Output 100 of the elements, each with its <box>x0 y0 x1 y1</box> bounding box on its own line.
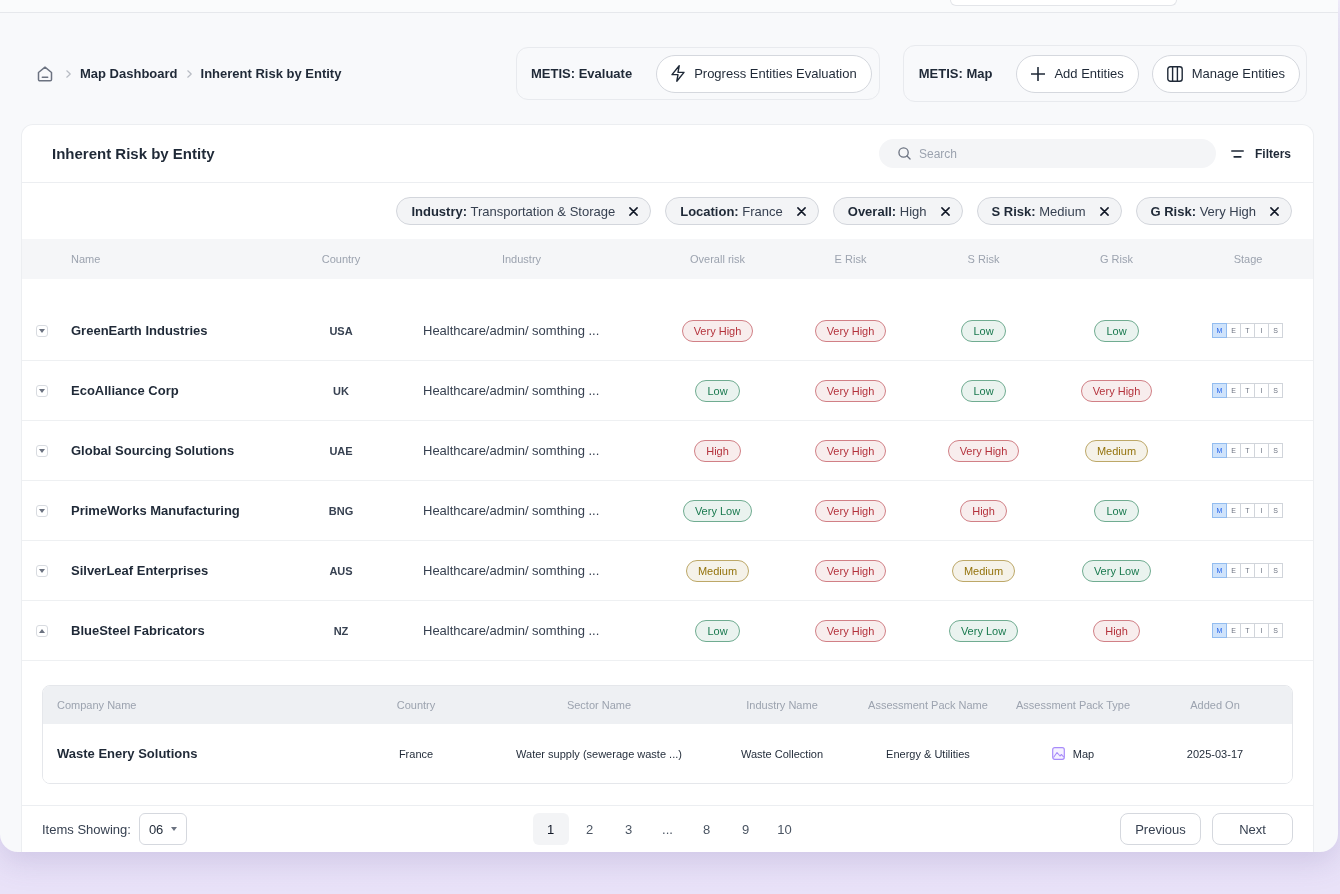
entity-name: Global Sourcing Solutions <box>71 443 236 458</box>
caret-up-icon <box>39 628 45 633</box>
column-header: Company Name <box>56 699 138 711</box>
close-icon <box>940 206 950 216</box>
filter-chip[interactable]: Overall: High <box>832 197 963 225</box>
action-button[interactable]: Manage Entities <box>1151 54 1300 93</box>
risk-badge: Low <box>1094 499 1139 522</box>
close-icon <box>1099 206 1109 216</box>
breadcrumb-link[interactable]: Map Dashboard <box>80 66 178 81</box>
entity-name: BlueSteel Fabricators <box>71 623 206 638</box>
page-button[interactable]: 2 <box>571 813 608 845</box>
column-header: Overall risk <box>689 253 746 265</box>
column-header: G Risk <box>1099 253 1134 265</box>
filter-icon <box>1231 149 1244 158</box>
caret-down-icon <box>39 448 45 453</box>
company-name: Waste Enery Solutions <box>56 746 199 761</box>
risk-badge: Very High <box>814 499 887 522</box>
breadcrumb-current: Inherent Risk by Entity <box>200 66 342 81</box>
home-icon[interactable] <box>36 64 54 83</box>
entity-name: SilverLeaf Enterprises <box>71 563 210 578</box>
close-icon <box>629 206 639 216</box>
image-icon <box>1051 747 1065 760</box>
chevron-right-icon <box>186 69 192 78</box>
column-header: S Risk <box>966 253 1001 265</box>
column-header: Added On <box>1189 699 1241 711</box>
expand-toggle[interactable] <box>36 324 48 337</box>
header-field[interactable] <box>950 0 1177 6</box>
page-button[interactable]: ... <box>649 813 686 845</box>
expand-toggle[interactable] <box>36 624 48 637</box>
action-button[interactable]: Add Entities <box>1016 54 1139 93</box>
industry-text: Healthcare/admin/ somthing ... <box>422 623 601 638</box>
group-label: METIS: Evaluate <box>531 66 633 81</box>
page-button[interactable]: 9 <box>727 813 764 845</box>
risk-badge: High <box>1093 619 1140 642</box>
entity-name: EcoAlliance Corp <box>71 383 180 398</box>
page-button[interactable]: 8 <box>688 813 725 845</box>
risk-badge: Very High <box>681 319 754 342</box>
table-cell-text: Waste Collection <box>739 747 825 760</box>
risk-badge: Very Low <box>948 619 1019 642</box>
risk-badge: Very High <box>1080 379 1153 402</box>
risk-badge: Low <box>695 379 740 402</box>
industry-text: Healthcare/admin/ somthing ... <box>422 503 601 518</box>
filter-chip[interactable]: Location: France <box>665 197 819 225</box>
page-button[interactable]: 10 <box>766 813 803 845</box>
table-cell-text: Energy & Utilities <box>885 747 971 760</box>
risk-badge: Very High <box>814 379 887 402</box>
country-code: UAE <box>328 444 354 457</box>
filter-chip[interactable]: G Risk: Very High <box>1135 197 1292 225</box>
search-icon <box>898 147 911 160</box>
caret-down-icon <box>39 328 45 333</box>
filter-chip[interactable]: S Risk: Medium <box>976 197 1122 225</box>
previous-button[interactable]: Previous <box>1120 813 1201 845</box>
risk-badge: Low <box>1094 319 1139 342</box>
country-code: NZ <box>332 624 350 637</box>
risk-badge: Low <box>695 619 740 642</box>
page-button[interactable]: 3 <box>610 813 647 845</box>
column-header: Stage <box>1232 253 1264 265</box>
caret-icon <box>171 827 178 831</box>
risk-badge: High <box>694 439 741 462</box>
risk-badge: High <box>960 499 1007 522</box>
expand-toggle[interactable] <box>36 384 48 397</box>
country-code: UK <box>332 384 350 397</box>
close-icon <box>796 206 806 216</box>
risk-badge: Medium <box>951 559 1016 582</box>
chevron-right-icon <box>66 69 71 78</box>
column-header: E Risk <box>833 253 868 265</box>
column-header: Sector Name <box>565 699 633 711</box>
expand-toggle[interactable] <box>36 504 48 517</box>
card-title: Inherent Risk by Entity <box>52 145 215 162</box>
page-size-select[interactable]: 06 <box>138 813 188 845</box>
risk-badge: Very High <box>947 439 1020 462</box>
column-header: Assessment Pack Type <box>1014 699 1132 711</box>
column-header: Name <box>71 253 102 265</box>
industry-text: Healthcare/admin/ somthing ... <box>422 383 601 398</box>
filters-button[interactable]: Filters <box>1231 146 1291 161</box>
column-header: Assessment Pack Name <box>867 699 989 711</box>
column-header: Industry Name <box>745 699 819 711</box>
table-cell-text: France <box>397 747 435 760</box>
expand-toggle[interactable] <box>36 444 48 457</box>
risk-badge: Very High <box>814 559 887 582</box>
risk-badge: Medium <box>685 559 750 582</box>
filter-chip[interactable]: Industry: Transportation & Storage <box>396 197 652 225</box>
country-code: BNG <box>327 504 355 517</box>
country-code: AUS <box>328 564 354 577</box>
industry-text: Healthcare/admin/ somthing ... <box>422 443 601 458</box>
column-header: Country <box>395 699 437 711</box>
action-button[interactable]: Progress Entities Evaluation <box>656 54 872 93</box>
entity-name: GreenEarth Industries <box>71 323 209 338</box>
table-cell-text: Water supply (sewerage waste ...) <box>515 747 683 760</box>
risk-badge: Low <box>961 379 1006 402</box>
next-button[interactable]: Next <box>1212 813 1293 845</box>
group-label: METIS: Map <box>918 66 993 81</box>
caret-down-icon <box>39 508 45 513</box>
close-icon <box>1270 206 1279 216</box>
risk-badge: Very High <box>814 319 887 342</box>
page-button[interactable]: 1 <box>532 813 569 845</box>
column-header: Industry <box>500 253 543 265</box>
risk-badge: Very Low <box>1081 559 1152 582</box>
expand-toggle[interactable] <box>36 564 48 577</box>
column-header: Country <box>320 253 362 265</box>
